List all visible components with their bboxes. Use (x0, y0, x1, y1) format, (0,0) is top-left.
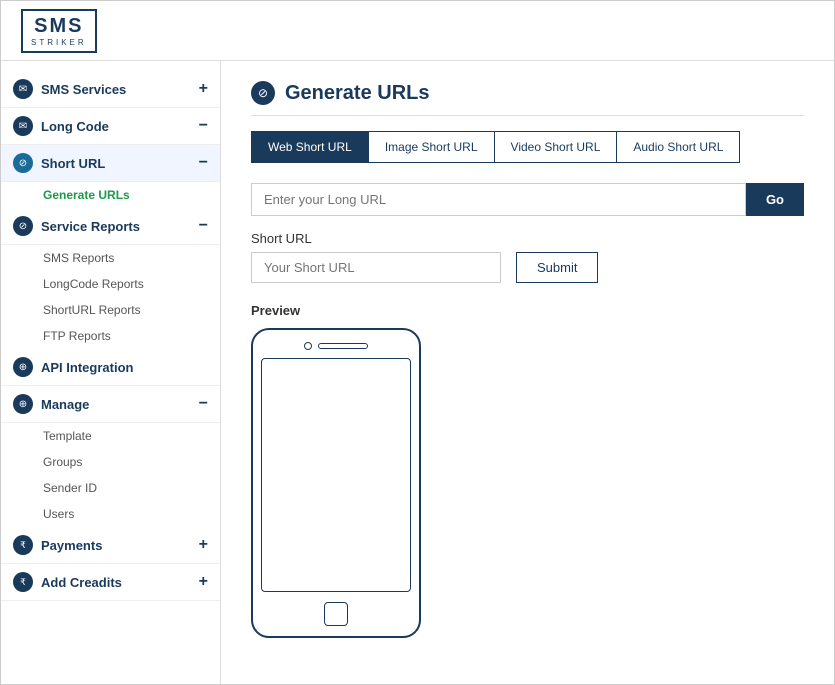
short-url-toggle: − (199, 154, 208, 172)
phone-home-button (324, 602, 348, 626)
sidebar: ✉ SMS Services + ✉ Long Code − ⊘ Short U… (1, 61, 221, 684)
payments-toggle: + (199, 536, 208, 554)
short-url-submenu: Generate URLs (1, 182, 220, 208)
logo-sms: SMS (34, 15, 83, 38)
sidebar-item-shorturl-reports[interactable]: ShortURL Reports (1, 297, 220, 323)
sidebar-label-short-url: Short URL (41, 156, 105, 171)
url-input-row: Go (251, 183, 804, 216)
main-layout: ✉ SMS Services + ✉ Long Code − ⊘ Short U… (1, 61, 834, 684)
app-window: SMS STRIKER ✉ SMS Services + ✉ Long Code… (0, 0, 835, 685)
title-divider (251, 115, 804, 116)
phone-speaker (318, 343, 368, 349)
sidebar-item-long-code[interactable]: ✉ Long Code − (1, 108, 220, 145)
sidebar-label-service-reports: Service Reports (41, 219, 140, 234)
phone-speaker-row (261, 342, 411, 350)
short-url-label: Short URL (251, 231, 804, 246)
api-integration-icon: ⊕ (13, 357, 33, 377)
sidebar-item-users[interactable]: Users (1, 501, 220, 527)
manage-submenu: Template Groups Sender ID Users (1, 423, 220, 527)
service-reports-toggle: − (199, 217, 208, 235)
tab-video-short-url[interactable]: Video Short URL (495, 132, 618, 162)
add-credits-toggle: + (199, 573, 208, 591)
manage-icon: ⊕ (13, 394, 33, 414)
sms-services-icon: ✉ (13, 79, 33, 99)
sidebar-item-api-integration[interactable]: ⊕ API Integration (1, 349, 220, 386)
service-reports-icon: ⊘ (13, 216, 33, 236)
sidebar-item-longcode-reports[interactable]: LongCode Reports (1, 271, 220, 297)
sms-services-toggle: + (199, 80, 208, 98)
header: SMS STRIKER (1, 1, 834, 61)
submit-button[interactable]: Submit (516, 252, 598, 283)
sidebar-item-payments[interactable]: ₹ Payments + (1, 527, 220, 564)
short-url-input[interactable] (251, 252, 501, 283)
phone-screen (261, 358, 411, 592)
short-url-icon: ⊘ (13, 153, 33, 173)
sidebar-item-add-credits[interactable]: ₹ Add Creadits + (1, 564, 220, 601)
tab-bar: Web Short URL Image Short URL Video Shor… (251, 131, 740, 163)
sidebar-item-template[interactable]: Template (1, 423, 220, 449)
phone-mockup (251, 328, 421, 638)
page-title-icon: ⊘ (251, 81, 275, 105)
sidebar-item-sender-id[interactable]: Sender ID (1, 475, 220, 501)
long-code-icon: ✉ (13, 116, 33, 136)
sidebar-item-ftp-reports[interactable]: FTP Reports (1, 323, 220, 349)
long-url-input[interactable] (251, 183, 746, 216)
phone-camera (304, 342, 312, 350)
manage-toggle: − (199, 395, 208, 413)
sidebar-item-sms-services[interactable]: ✉ SMS Services + (1, 71, 220, 108)
sidebar-item-service-reports[interactable]: ⊘ Service Reports − (1, 208, 220, 245)
sidebar-label-payments: Payments (41, 538, 102, 553)
go-button[interactable]: Go (746, 183, 804, 216)
logo: SMS STRIKER (21, 9, 97, 53)
content-area: ⊘ Generate URLs Web Short URL Image Shor… (221, 61, 834, 684)
page-title: Generate URLs (285, 82, 430, 105)
tab-audio-short-url[interactable]: Audio Short URL (617, 132, 739, 162)
sidebar-label-sms-services: SMS Services (41, 82, 126, 97)
add-credits-icon: ₹ (13, 572, 33, 592)
preview-label: Preview (251, 303, 804, 318)
sidebar-item-generate-urls[interactable]: Generate URLs (1, 182, 220, 208)
tab-image-short-url[interactable]: Image Short URL (369, 132, 495, 162)
sidebar-item-groups[interactable]: Groups (1, 449, 220, 475)
logo-striker: STRIKER (31, 38, 87, 47)
page-title-row: ⊘ Generate URLs (251, 81, 804, 105)
payments-icon: ₹ (13, 535, 33, 555)
sidebar-label-add-credits: Add Creadits (41, 575, 122, 590)
tab-web-short-url[interactable]: Web Short URL (252, 132, 369, 162)
service-reports-submenu: SMS Reports LongCode Reports ShortURL Re… (1, 245, 220, 349)
sidebar-item-sms-reports[interactable]: SMS Reports (1, 245, 220, 271)
sidebar-label-long-code: Long Code (41, 119, 109, 134)
sidebar-item-manage[interactable]: ⊕ Manage − (1, 386, 220, 423)
sidebar-label-manage: Manage (41, 397, 89, 412)
sidebar-item-short-url[interactable]: ⊘ Short URL − (1, 145, 220, 182)
long-code-toggle: − (199, 117, 208, 135)
sidebar-label-api-integration: API Integration (41, 360, 133, 375)
short-url-row: Submit (251, 252, 804, 283)
